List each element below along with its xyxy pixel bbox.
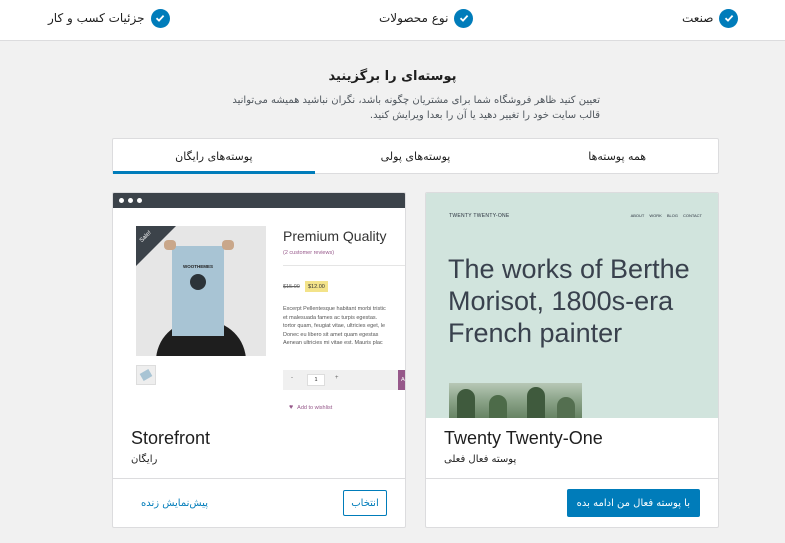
divider bbox=[426, 478, 718, 479]
tab-free-themes[interactable]: پوسته‌های رایگان bbox=[112, 139, 315, 174]
tab-paid-themes[interactable]: پوسته‌های پولی bbox=[315, 139, 517, 173]
preview-nav-item: BLOG bbox=[666, 213, 678, 218]
step-label: نوع محصولات bbox=[379, 11, 449, 25]
step-business-details[interactable]: جزئیات کسب و کار bbox=[48, 8, 170, 28]
setup-stepper: صنعت نوع محصولات جزئیات کسب و کار bbox=[0, 0, 785, 41]
poster-logo-icon bbox=[190, 274, 206, 290]
price-new: $12.00 bbox=[305, 281, 328, 292]
product-excerpt: Excerpt Pellentesque habitant morbi tris… bbox=[283, 306, 386, 346]
preview-nav: ABOUT WORK BLOG CONTACT bbox=[631, 213, 702, 218]
sale-ribbon bbox=[136, 226, 176, 266]
add-to-cart-button: Ad bbox=[398, 370, 405, 390]
theme-name: Twenty Twenty-One bbox=[444, 428, 603, 448]
quantity-row: - 1 + Ad bbox=[283, 370, 405, 390]
product-image: WOOTHEMES Sale! bbox=[136, 226, 266, 356]
painting-image bbox=[449, 383, 582, 418]
price-old: $15.00 bbox=[283, 284, 300, 290]
wishlist-link: ♥ Add to wishlist bbox=[289, 404, 332, 411]
theme-preview-storefront[interactable]: WOOTHEMES Sale! Premium Quality (2 custo… bbox=[113, 193, 405, 418]
step-industry[interactable]: صنعت bbox=[682, 8, 739, 28]
product-reviews: (2 customer reviews) bbox=[283, 250, 335, 256]
divider bbox=[283, 265, 405, 266]
page-title: پوسته‌ای را برگزینید bbox=[328, 69, 457, 84]
minus-icon: - bbox=[291, 375, 293, 381]
wishlist-label: Add to wishlist bbox=[297, 404, 333, 411]
quantity-field: 1 bbox=[307, 374, 325, 386]
theme-preview-twenty-twenty-one[interactable]: TWENTY TWENTY-ONE ABOUT WORK BLOG CONTAC… bbox=[426, 193, 718, 418]
tree-shape bbox=[457, 389, 475, 418]
live-preview-link[interactable]: پیش‌نمایش زنده bbox=[141, 490, 208, 516]
description-line: قالب سایت خود را تغییر دهید یا آن را بعد… bbox=[369, 110, 600, 121]
theme-name: Storefront bbox=[131, 428, 211, 448]
plus-icon: + bbox=[335, 375, 339, 381]
preview-site-title: TWENTY TWENTY-ONE bbox=[449, 213, 510, 219]
page-description: تعیین کنید ظاهر فروشگاه شما برای مشتریان… bbox=[220, 93, 600, 123]
step-label: جزئیات کسب و کار bbox=[48, 11, 145, 25]
window-dot-icon bbox=[128, 198, 133, 203]
window-dot-icon bbox=[137, 198, 142, 203]
preview-nav-item: ABOUT bbox=[630, 213, 645, 218]
select-theme-button[interactable]: انتخاب bbox=[343, 490, 387, 516]
theme-card-storefront: WOOTHEMES Sale! Premium Quality (2 custo… bbox=[112, 192, 406, 528]
divider bbox=[113, 478, 405, 479]
check-icon bbox=[719, 8, 739, 28]
tab-all-themes[interactable]: همه پوسته‌ها bbox=[516, 139, 718, 173]
theme-card-body: Twenty Twenty-One پوسته فعال فعلی با پوس… bbox=[426, 418, 718, 527]
active-theme-label: پوسته فعال فعلی bbox=[444, 454, 517, 465]
theme-card-body: Storefront رایگان پیش‌نمایش زنده انتخاب bbox=[113, 418, 405, 527]
browser-bar bbox=[113, 193, 405, 208]
theme-card-twenty-twenty-one: TWENTY TWENTY-ONE ABOUT WORK BLOG CONTAC… bbox=[425, 192, 719, 528]
preview-nav-item: CONTACT bbox=[682, 213, 702, 218]
check-icon bbox=[150, 8, 170, 28]
window-dot-icon bbox=[119, 198, 124, 203]
theme-price: رایگان bbox=[131, 454, 158, 465]
poster-text: WOOTHEMES bbox=[183, 264, 213, 269]
preview-headline: The works of Berthe Morisot, 1800s-era F… bbox=[448, 254, 690, 348]
product-thumbnail bbox=[136, 365, 156, 385]
description-line: تعیین کنید ظاهر فروشگاه شما برای مشتریان… bbox=[232, 95, 600, 106]
tree-shape bbox=[527, 387, 545, 418]
preview-nav-item: WORK bbox=[649, 213, 662, 218]
theme-tabs: همه پوسته‌ها پوسته‌های پولی پوسته‌های را… bbox=[112, 138, 719, 174]
tree-shape bbox=[557, 397, 575, 418]
heart-icon: ♥ bbox=[289, 404, 294, 411]
step-product-types[interactable]: نوع محصولات bbox=[379, 8, 474, 28]
product-title: Premium Quality bbox=[283, 228, 387, 244]
step-label: صنعت bbox=[682, 11, 714, 25]
check-icon bbox=[454, 8, 474, 28]
hand-shape bbox=[222, 240, 234, 250]
tree-shape bbox=[489, 395, 507, 418]
continue-with-active-theme-button[interactable]: با پوسته فعال من ادامه بده bbox=[566, 489, 700, 517]
product-poster: WOOTHEMES bbox=[172, 246, 224, 336]
